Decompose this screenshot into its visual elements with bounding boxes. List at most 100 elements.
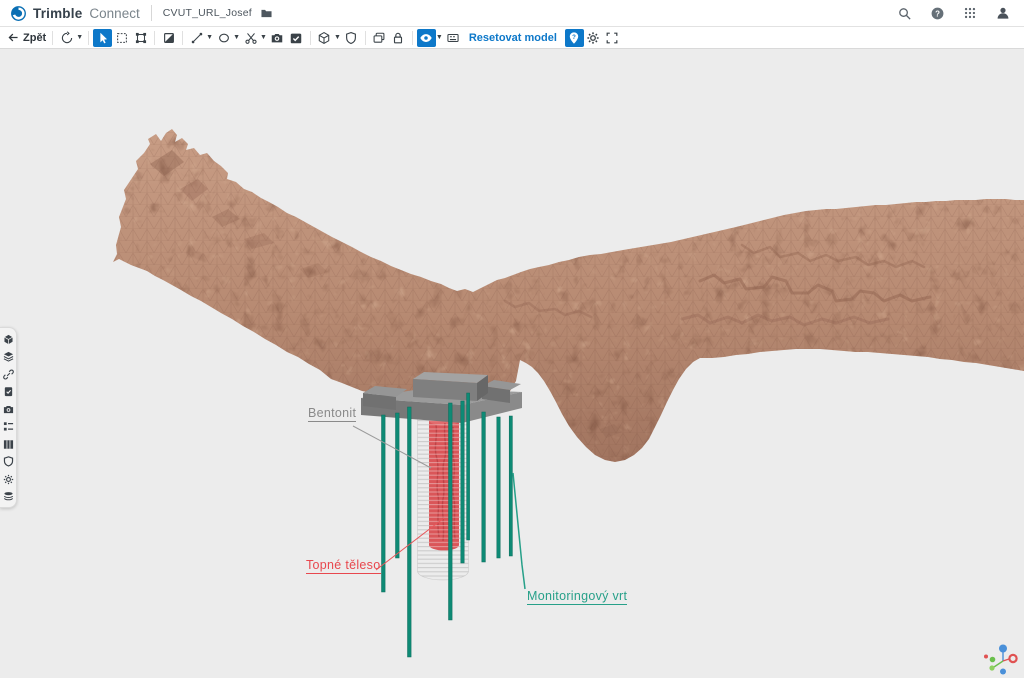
sidebar-item-shield[interactable] [2,456,14,468]
protect-tool-button[interactable] [342,29,361,47]
camera-check-icon [289,31,303,45]
help-icon[interactable]: ? [928,4,946,22]
back-button[interactable]: Zpět [5,31,48,44]
visibility-dropdown-caret[interactable]: ▼ [436,34,443,41]
panel-tool-button[interactable] [444,29,463,47]
images-icon [372,31,386,45]
trimble-connect-app: Trimble Connect CVUT_URL_Josef ? [0,0,1024,683]
link-icon [3,369,14,380]
model-3d-scene[interactable] [0,49,1024,678]
fullscreen-icon [605,31,619,45]
marquee-icon [115,31,129,45]
todo-list-icon [3,421,14,432]
project-name[interactable]: CVUT_URL_Josef [163,7,252,19]
brand-primary: Trimble [33,6,82,21]
reset-model-link[interactable]: Resetovat model [469,32,557,44]
visibility-tool-button[interactable] [417,29,436,47]
scissors-icon [244,31,258,45]
bottom-strip [0,678,1024,683]
back-arrow-icon [7,31,20,44]
model-box-dropdown-caret[interactable]: ▼ [334,34,341,41]
orbit-dropdown-caret[interactable]: ▼ [76,34,83,41]
toolbar-divider [412,31,413,45]
sidebar-item-list[interactable] [2,421,14,433]
apps-grid-icon[interactable] [961,4,979,22]
model-box-tool-button[interactable] [315,29,334,47]
measure-tool-button[interactable] [187,29,206,47]
user-avatar-icon[interactable] [994,4,1012,22]
search-icon[interactable] [895,4,913,22]
images-tool-button[interactable] [370,29,389,47]
measure-icon [190,31,204,45]
sidebar-item-todos[interactable] [2,386,14,398]
snapshot-markup-tool-button[interactable] [287,29,306,47]
circle-icon [217,31,231,45]
shape-tool-button[interactable] [214,29,233,47]
marker-question-icon: ? [567,31,581,45]
stack-icon [3,491,14,502]
orbit-icon [60,31,74,45]
header-divider [151,5,152,21]
toolbar-divider [365,31,366,45]
marquee-select-tool-button[interactable] [112,29,131,47]
orbit-tool-button[interactable] [57,29,76,47]
shield-icon [344,31,358,45]
gear-icon [3,474,14,485]
cursor-icon [96,31,110,45]
brand[interactable]: Trimble Connect [10,5,140,22]
shape-dropdown-caret[interactable]: ▼ [233,34,240,41]
camera-icon [270,31,284,45]
camera-icon [3,404,14,415]
section-cut-tool-button[interactable] [241,29,260,47]
measure-dropdown-caret[interactable]: ▼ [206,34,213,41]
sidebar-item-snapshots[interactable] [2,403,14,415]
main-toolbar: Zpět ▼ ▼ ▼ ▼ [0,27,1024,49]
layers-icon [3,351,14,362]
sidebar-item-layers[interactable] [2,351,14,363]
help-marker-tool-button[interactable]: ? [565,29,584,47]
contrast-icon [162,31,176,45]
section-cut-dropdown-caret[interactable]: ▼ [260,34,267,41]
toolbar-divider [52,31,53,45]
transform-icon [134,31,148,45]
sidebar-item-settings[interactable] [2,473,14,485]
toolbar-divider [154,31,155,45]
annotation-bentonite[interactable]: Bentonit [308,406,356,422]
sidebar-item-stack[interactable] [2,491,14,503]
gear-icon [586,31,600,45]
sidebar-item-table[interactable] [2,438,14,450]
sidebar-item-models[interactable] [2,333,14,345]
toolbar-divider [88,31,89,45]
eye-icon [419,31,433,45]
select-tool-button[interactable] [93,29,112,47]
lock-tool-button[interactable] [389,29,408,47]
lock-icon [391,31,405,45]
fullscreen-tool-button[interactable] [603,29,622,47]
transform-tool-button[interactable] [131,29,150,47]
trimble-logo [10,5,27,22]
annotation-monitoring-well[interactable]: Monitoringový vrt [527,589,627,605]
clipboard-check-icon [3,386,14,397]
toolbar-divider [310,31,311,45]
table-icon [3,439,14,450]
contrast-tool-button[interactable] [159,29,178,47]
toolbar-divider [182,31,183,45]
annotation-heater[interactable]: Topné těleso [306,558,381,574]
snapshot-tool-button[interactable] [268,29,287,47]
screen-icon [446,31,460,45]
terrain-mesh[interactable] [100,119,1024,479]
box-3d-icon [317,31,331,45]
viewer-side-toolbar [0,327,17,508]
shield-icon [3,456,14,467]
svg-text:?: ? [573,33,577,40]
brand-secondary: Connect [89,6,139,21]
settings-tool-button[interactable] [584,29,603,47]
orientation-gizmo[interactable] [984,645,1017,675]
model-viewport[interactable]: Bentonit Topné těleso Monitoringový vrt [0,49,1024,678]
cube-icon [3,334,14,345]
sidebar-item-links[interactable] [2,368,14,380]
heating-element[interactable] [429,415,459,551]
back-label: Zpět [23,32,46,44]
folder-icon[interactable] [260,7,273,20]
svg-text:?: ? [935,9,940,18]
